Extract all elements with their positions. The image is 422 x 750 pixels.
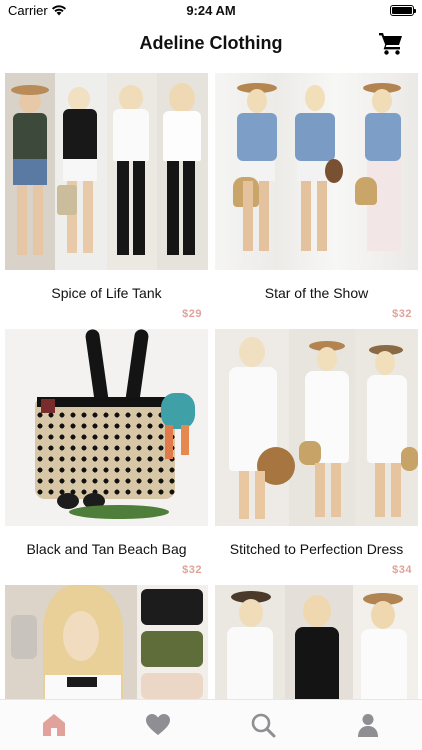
product-card[interactable] <box>215 585 418 699</box>
product-photo <box>5 329 208 526</box>
nav-bar: Adeline Clothing <box>0 22 422 66</box>
product-price: $29 <box>182 308 202 320</box>
product-photo <box>215 329 418 526</box>
clock: 9:24 AM <box>186 3 236 18</box>
cart-icon[interactable] <box>378 31 404 55</box>
product-price: $32 <box>182 564 202 576</box>
product-card[interactable]: Star of the Show $32 <box>215 73 418 320</box>
heart-icon[interactable] <box>145 712 171 738</box>
product-price: $32 <box>392 308 412 320</box>
product-name: Spice of Life Tank <box>51 285 162 301</box>
product-card[interactable]: Spice of Life Tank $29 <box>5 73 208 320</box>
product-name: Black and Tan Beach Bag <box>26 541 187 557</box>
product-photo <box>5 73 208 270</box>
product-name: Stitched to Perfection Dress <box>229 541 404 557</box>
home-icon[interactable] <box>41 712 67 738</box>
product-photo <box>215 585 418 699</box>
product-card[interactable] <box>5 585 208 699</box>
battery-icon <box>390 5 416 16</box>
product-name: Star of the Show <box>264 285 369 301</box>
page-title: Adeline Clothing <box>139 33 283 53</box>
product-price: $34 <box>392 564 412 576</box>
search-icon[interactable] <box>250 712 276 738</box>
status-bar: Carrier 9:24 AM <box>0 0 422 22</box>
product-card[interactable]: Black and Tan Beach Bag $32 <box>5 329 208 576</box>
product-photo <box>215 73 418 270</box>
product-photo <box>5 585 208 699</box>
profile-icon[interactable] <box>355 712 381 738</box>
product-card[interactable]: Stitched to Perfection Dress $34 <box>215 329 418 576</box>
tab-bar <box>0 699 422 750</box>
